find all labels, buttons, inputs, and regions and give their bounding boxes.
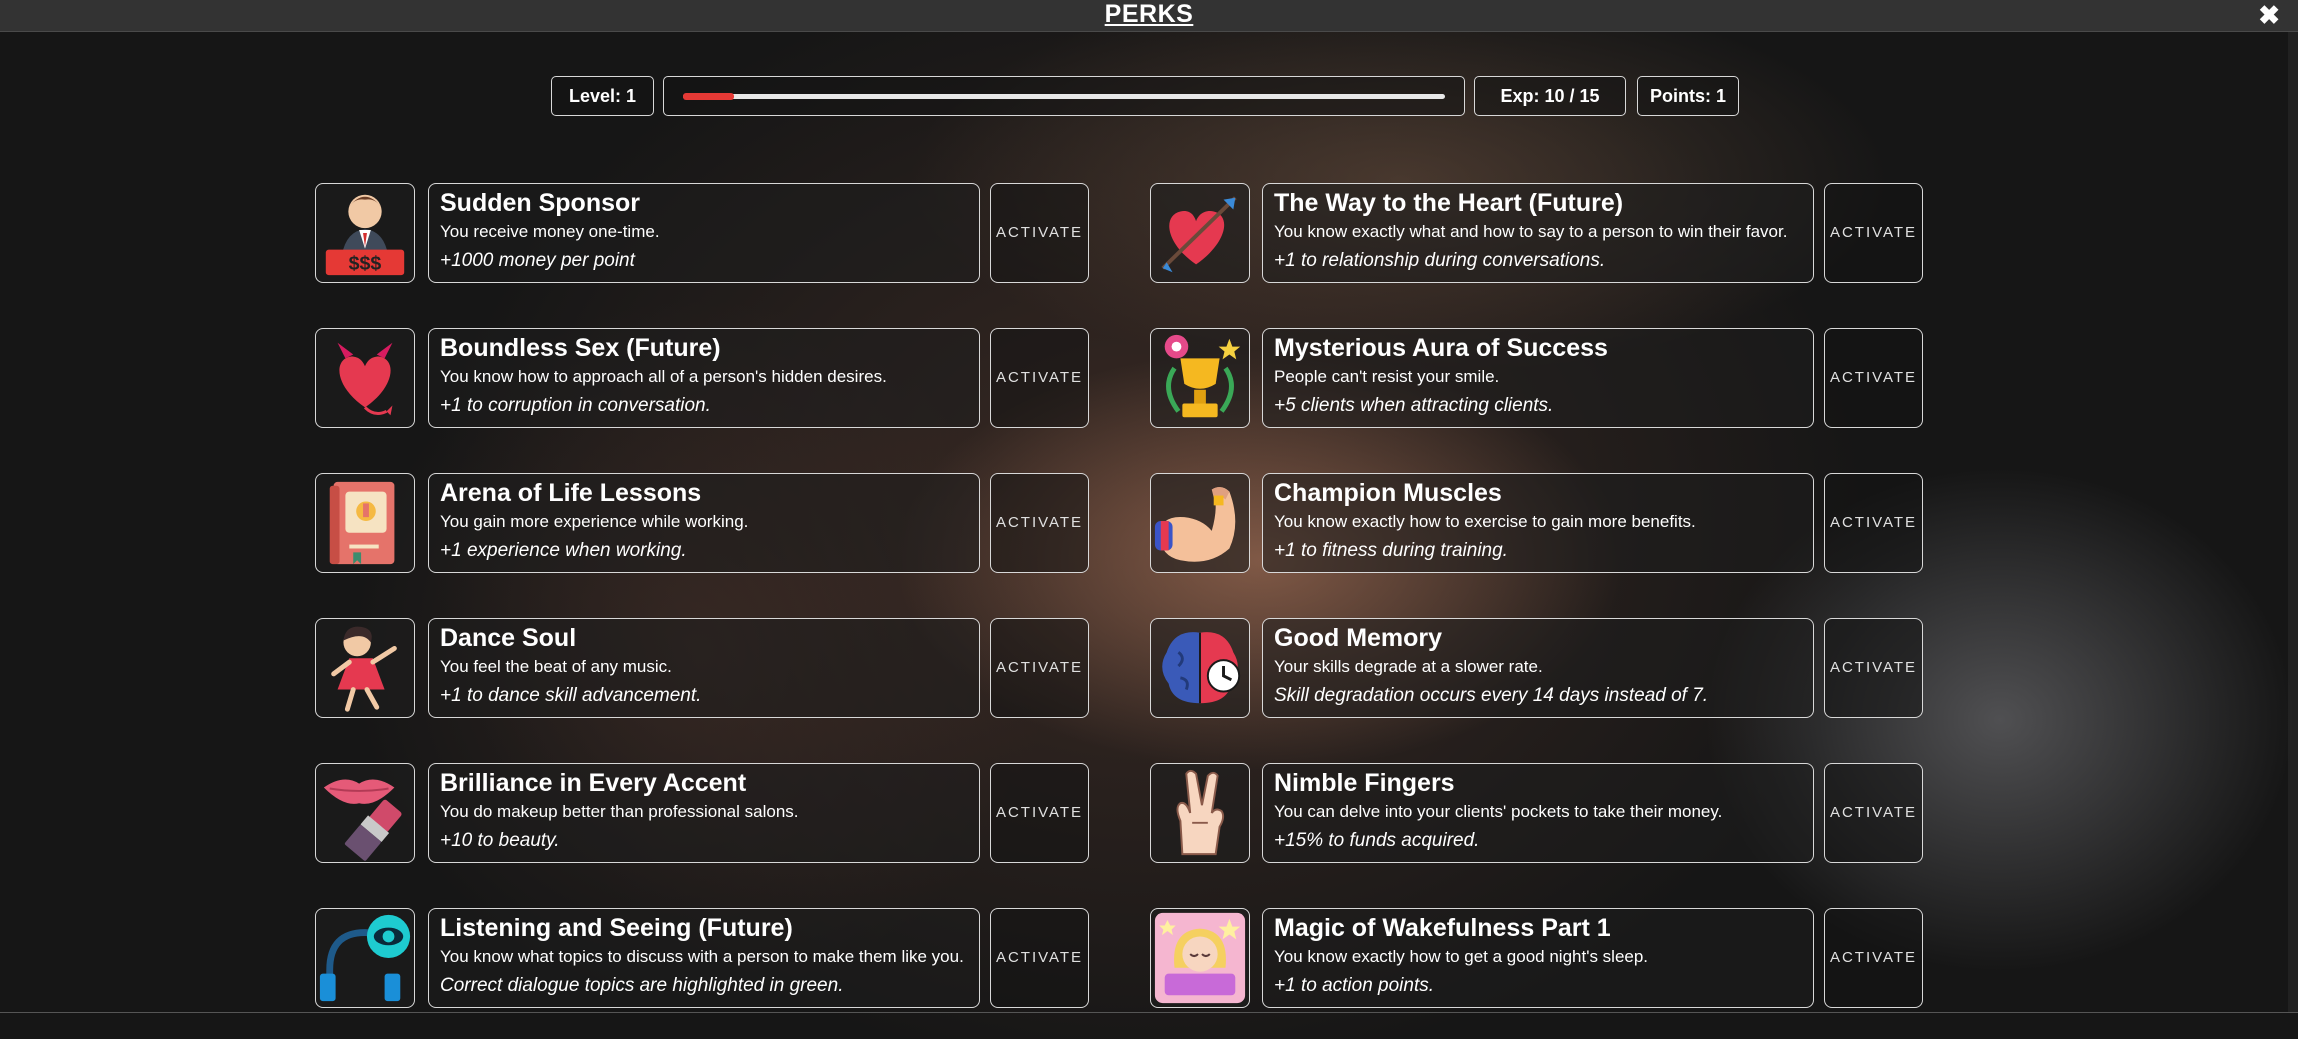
perk-card: Champion Muscles You know exactly how to … (1262, 473, 1814, 573)
scrollbar[interactable] (2288, 32, 2298, 1012)
perk-title: Brilliance in Every Accent (440, 769, 747, 797)
perk-title: Champion Muscles (1274, 479, 1502, 507)
exp-badge: Exp: 10 / 15 (1474, 76, 1626, 116)
perk-title: Boundless Sex (Future) (440, 334, 721, 362)
activate-button[interactable]: ACTIVATE (990, 183, 1089, 283)
perk-effect: +5 clients when attracting clients. (1274, 395, 1554, 416)
perk-card: Arena of Life Lessons You gain more exper… (428, 473, 980, 573)
perk-title: Sudden Sponsor (440, 189, 640, 217)
perk-card: Good Memory Your skills degrade at a slow… (1262, 618, 1814, 718)
perk-card: Magic of Wakefulness Part 1 You know exac… (1262, 908, 1814, 1008)
perk-card: Boundless Sex (Future) You know how to ap… (428, 328, 980, 428)
perk-description: You gain more experience while working. (440, 512, 749, 531)
activate-button[interactable]: ACTIVATE (1824, 183, 1923, 283)
activate-button[interactable]: ACTIVATE (1824, 763, 1923, 863)
activate-button[interactable]: ACTIVATE (990, 328, 1089, 428)
trophy-icon (1150, 328, 1250, 428)
perk-description: You can delve into your clients' pockets… (1274, 802, 1723, 821)
book-icon (315, 473, 415, 573)
activate-button[interactable]: ACTIVATE (990, 908, 1089, 1008)
flexed-arm-icon (1150, 473, 1250, 573)
activate-button[interactable]: ACTIVATE (1824, 473, 1923, 573)
title-bar: PERKS ✖ (0, 0, 2298, 32)
activate-button[interactable]: ACTIVATE (990, 763, 1089, 863)
activate-button[interactable]: ACTIVATE (1824, 328, 1923, 428)
perk-description: You know what topics to discuss with a p… (440, 947, 964, 966)
progress-track (683, 93, 1445, 100)
perk-effect: +1 to corruption in conversation. (440, 395, 711, 416)
perk-title: The Way to the Heart (Future) (1274, 189, 1624, 217)
perk-description: You receive money one-time. (440, 222, 660, 241)
perk-effect: +1 to dance skill advancement. (440, 685, 702, 706)
svg-text:$$$: $$$ (349, 252, 382, 274)
activate-button[interactable]: ACTIVATE (990, 473, 1089, 573)
perk-card: Listening and Seeing (Future) You know wh… (428, 908, 980, 1008)
divider (0, 1012, 2298, 1013)
perk-description: You know exactly how to exercise to gain… (1274, 512, 1696, 531)
perk-description: Your skills degrade at a slower rate. (1274, 657, 1543, 676)
perk-effect: +1 experience when working. (440, 540, 687, 561)
perk-effect: +1 to action points. (1274, 975, 1435, 996)
perk-card: Nimble Fingers You can delve into your cl… (1262, 763, 1814, 863)
perk-description: You know how to approach all of a person… (440, 367, 887, 386)
perk-description: You know exactly what and how to say to … (1274, 222, 1788, 241)
activate-button[interactable]: ACTIVATE (1824, 618, 1923, 718)
perk-card: Brilliance in Every Accent You do makeup … (428, 763, 980, 863)
perk-card: The Way to the Heart (Future) You know ex… (1262, 183, 1814, 283)
perk-card: Dance Soul You feel the beat of any music… (428, 618, 980, 718)
perk-effect: +15% to funds acquired. (1274, 830, 1480, 851)
perk-effect: +1 to fitness during training. (1274, 540, 1508, 561)
perk-description: You do makeup better than professional s… (440, 802, 799, 821)
level-badge: Level: 1 (551, 76, 654, 116)
perk-description: You feel the beat of any music. (440, 657, 672, 676)
perk-title: Mysterious Aura of Success (1274, 334, 1608, 362)
perk-effect: Skill degradation occurs every 14 days i… (1274, 685, 1709, 706)
perk-title: Magic of Wakefulness Part 1 (1274, 914, 1611, 942)
sleeping-girl-icon (1150, 908, 1250, 1008)
perk-effect: Correct dialogue topics are highlighted … (440, 975, 844, 996)
perk-title: Good Memory (1274, 624, 1443, 652)
perk-effect: +1000 money per point (440, 250, 635, 271)
points-badge: Points: 1 (1637, 76, 1739, 116)
perk-description: You know exactly how to get a good night… (1274, 947, 1649, 966)
page-title: PERKS (1104, 0, 1194, 28)
sponsor-money-icon: $$$ (315, 183, 415, 283)
progress-fill (683, 93, 734, 100)
perk-effect: +1 to relationship during conversations. (1274, 250, 1606, 271)
close-icon[interactable]: ✖ (2258, 1, 2280, 29)
activate-button[interactable]: ACTIVATE (1824, 908, 1923, 1008)
perk-card: Sudden Sponsor You receive money one-time… (428, 183, 980, 283)
perk-title: Nimble Fingers (1274, 769, 1455, 797)
perk-title: Arena of Life Lessons (440, 479, 702, 507)
perk-card: Mysterious Aura of Success People can't r… (1262, 328, 1814, 428)
perk-title: Listening and Seeing (Future) (440, 914, 793, 942)
exp-progress-bar (663, 76, 1465, 116)
heart-arrow-icon (1150, 183, 1250, 283)
lipstick-icon (315, 763, 415, 863)
perk-effect: +10 to beauty. (440, 830, 560, 851)
stats-bar: Level: 1 Exp: 10 / 15 Points: 1 (0, 76, 2298, 118)
brain-clock-icon (1150, 618, 1250, 718)
perk-description: People can't resist your smile. (1274, 367, 1500, 386)
perk-title: Dance Soul (440, 624, 577, 652)
headphones-eye-icon (315, 908, 415, 1008)
activate-button[interactable]: ACTIVATE (990, 618, 1089, 718)
devil-heart-icon (315, 328, 415, 428)
hand-gesture-icon (1150, 763, 1250, 863)
dancer-icon (315, 618, 415, 718)
